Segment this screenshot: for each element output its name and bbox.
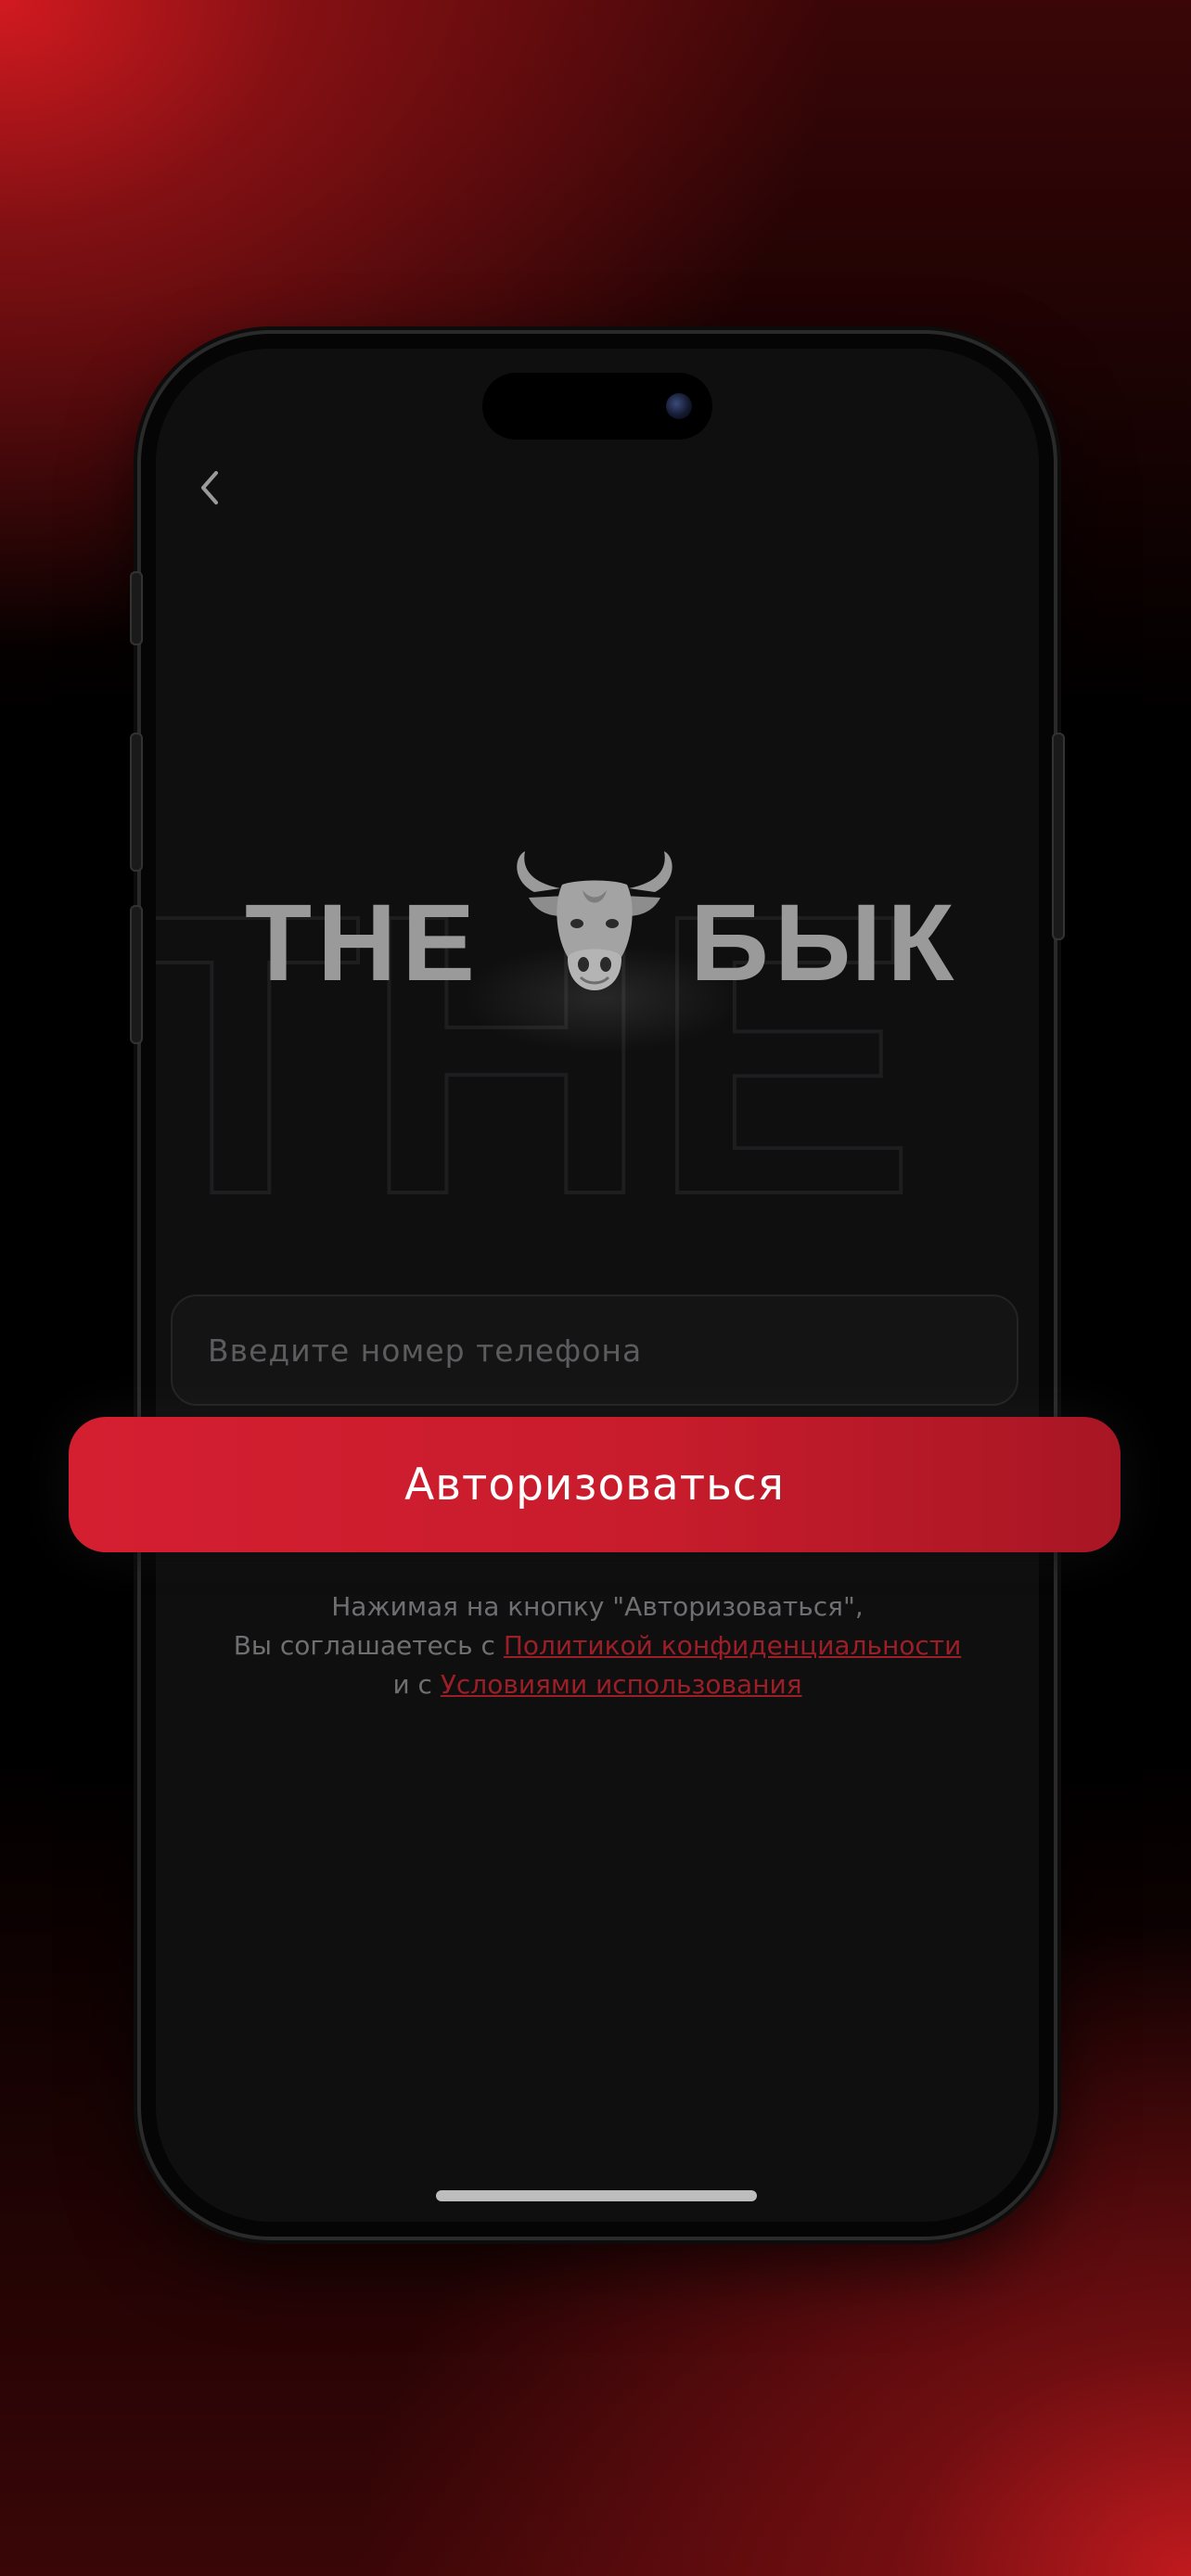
phone-side-button-power <box>1052 733 1065 940</box>
home-indicator[interactable] <box>436 2190 757 2201</box>
privacy-policy-link[interactable]: Политикой конфиденциальности <box>504 1630 961 1661</box>
app-screen: THE THE БЫК <box>156 349 1039 2222</box>
terms-line-2: Вы соглашаетесь с Политикой конфиденциал… <box>156 1626 1039 1665</box>
terms-line-1: Нажимая на кнопку "Авторизоваться", <box>331 1591 864 1622</box>
terms-of-use-link[interactable]: Условиями использования <box>441 1669 802 1700</box>
phone-side-button-volume-up <box>130 733 143 872</box>
chevron-left-icon <box>201 471 218 504</box>
terms-line-2-prefix: Вы соглашаетесь с <box>233 1630 504 1661</box>
logo-word-left: THE <box>245 882 480 1004</box>
terms-line-3-prefix: и с <box>392 1669 441 1700</box>
terms-line-3: и с Условиями использования <box>156 1665 1039 1704</box>
camera-icon <box>666 393 692 419</box>
authorize-button[interactable]: Авторизоваться <box>69 1417 1121 1552</box>
dynamic-island <box>482 373 712 440</box>
bull-head-icon <box>517 851 672 990</box>
terms-notice: Нажимая на кнопку "Авторизоваться", Вы с… <box>156 1588 1039 1704</box>
logo-word-right: БЫК <box>690 882 960 1004</box>
brand-logo: THE БЫК <box>156 849 1039 1053</box>
phone-number-input[interactable] <box>171 1294 1018 1406</box>
phone-side-button-silent <box>130 571 143 645</box>
phone-side-button-volume-down <box>130 905 143 1044</box>
back-button[interactable] <box>182 460 237 516</box>
